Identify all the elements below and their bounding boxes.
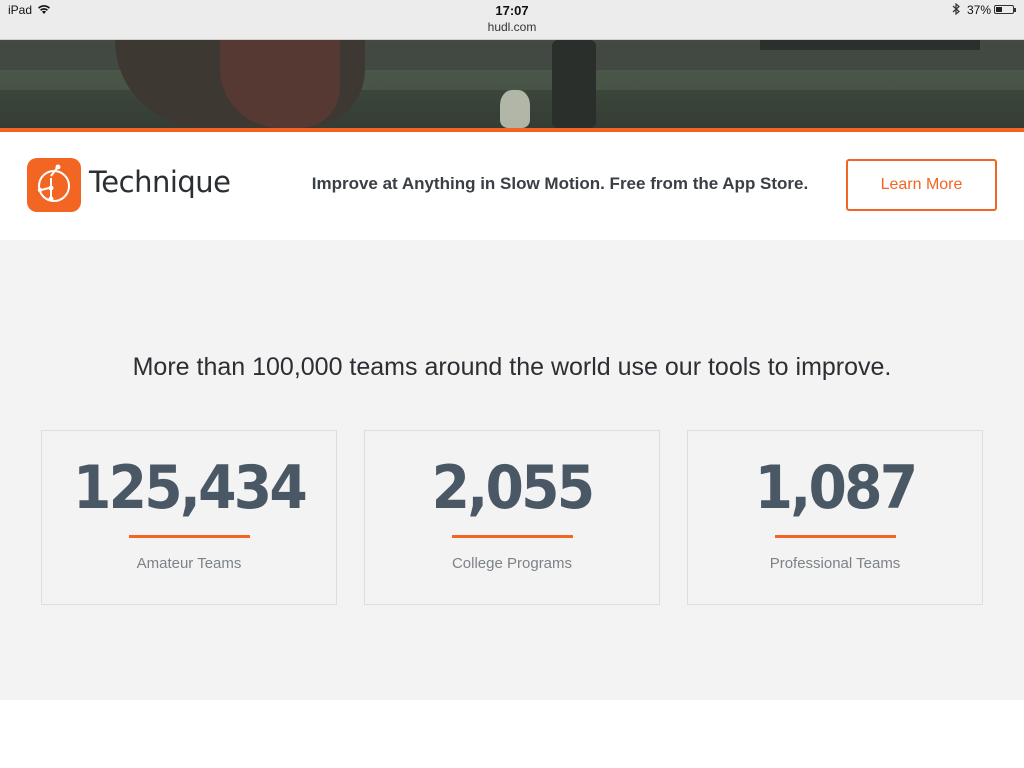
page-footer-space — [0, 700, 1024, 768]
battery-icon — [994, 5, 1016, 14]
battery-level-fill — [996, 7, 1002, 12]
technique-promo-banner: Technique Improve at Anything in Slow Mo… — [0, 132, 1024, 240]
stat-value: 2,055 — [431, 453, 596, 523]
address-bar-url[interactable]: hudl.com — [0, 20, 1024, 34]
stat-value: 125,434 — [72, 453, 308, 523]
learn-more-button[interactable]: Learn More — [846, 159, 997, 211]
battery-percentage: 37% — [967, 3, 992, 17]
technique-app-icon — [27, 158, 81, 212]
stat-label: College Programs — [451, 555, 573, 572]
stats-headline: More than 100,000 teams around the world… — [132, 353, 892, 381]
stat-value: 1,087 — [754, 453, 919, 523]
stat-card-college: 2,055 College Programs — [364, 430, 660, 605]
hero-image — [0, 40, 1024, 128]
stats-section: More than 100,000 teams around the world… — [0, 240, 1024, 700]
clock: 17:07 — [495, 3, 529, 18]
banner-tagline: Improve at Anything in Slow Motion. Free… — [311, 174, 809, 193]
stat-card-professional: 1,087 Professional Teams — [687, 430, 983, 605]
stat-underline — [452, 535, 573, 538]
stat-underline — [129, 535, 250, 538]
bluetooth-icon — [952, 2, 961, 18]
app-name: Technique — [89, 165, 231, 199]
stat-label: Professional Teams — [769, 555, 901, 572]
stat-card-amateur: 125,434 Amateur Teams — [41, 430, 337, 605]
stat-label: Amateur Teams — [136, 555, 242, 572]
stat-underline — [775, 535, 896, 538]
status-bar: iPad 17:07 hudl.com 37% — [0, 0, 1024, 40]
